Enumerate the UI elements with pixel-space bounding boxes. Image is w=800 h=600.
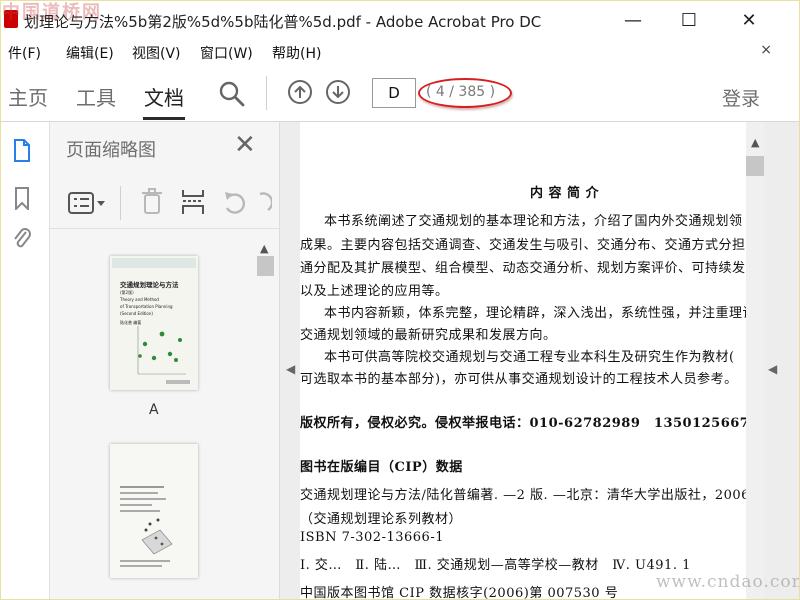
- arrow-down-icon: [332, 86, 344, 99]
- page-thumbnail[interactable]: 交通规划理论与方法 (第2版) Theory and Method of Tra…: [110, 256, 198, 390]
- thumbnail-toolbar: [50, 178, 280, 229]
- rotate-counterclockwise-icon[interactable]: [222, 190, 248, 216]
- tool-separator: [120, 186, 121, 220]
- highlight-annotation-oval: [418, 78, 512, 108]
- menu-file[interactable]: 件(F): [8, 43, 41, 63]
- cover-english-line-2: of Transportation Planning: [120, 304, 173, 309]
- navigation-rail: [0, 122, 50, 600]
- thumbnail-label: A: [149, 402, 159, 418]
- options-menu-icon[interactable]: [68, 190, 108, 216]
- page-heading: 内 容 简 介: [530, 186, 600, 201]
- thumbnails-scrollbar[interactable]: ▲: [256, 242, 274, 592]
- doc-line: 本书可供高等院校交通规划与交通工程专业本科生及研究生作为教材(: [324, 350, 735, 365]
- doc-line: 可选取本书的基本部分)，亦可供从事交通规划设计的工程技术人员参考。: [300, 372, 738, 387]
- cover-author: 陆化普 编著: [120, 320, 142, 325]
- active-tab-indicator: [143, 117, 185, 120]
- doc-line: Ⅰ. 交… Ⅱ. 陆… Ⅲ. 交通规划—高等学校—教材 Ⅳ. U491. 1: [300, 558, 691, 573]
- doc-line: 通分配及其扩展模型、组合模型、动态交通分析、规划方案评价、可持续发展的: [300, 261, 746, 276]
- rotate-clockwise-icon[interactable]: [258, 190, 272, 216]
- attachment-icon[interactable]: [12, 226, 32, 250]
- doc-line: 本书系统阐述了交通规划的基本理论和方法，介绍了国内外交通规划领: [324, 214, 743, 229]
- tab-home[interactable]: 主页: [8, 82, 48, 111]
- doc-line: 成果。主要内容包括交通调查、交通发生与吸引、交通分布、交通方式分担、动: [300, 238, 746, 253]
- previous-page-button[interactable]: [288, 80, 312, 104]
- book-page-image: [110, 444, 198, 578]
- cover-title: 交通规划理论与方法: [120, 281, 179, 289]
- doc-line: 本书内容新颖，体系完整，理论精辟，深入浅出，系统性强，并注重理论应用: [324, 306, 746, 321]
- watermark-bottom: www.cndao.com: [656, 572, 800, 592]
- close-window-button[interactable]: ✕: [726, 0, 772, 40]
- doc-line: 交通规划理论与方法/陆化普编著. —2 版. —北京：清华大学出版社，2006.…: [300, 488, 746, 503]
- minimize-button[interactable]: —: [610, 0, 656, 40]
- document-view[interactable]: ◀ ◀ 内 容 简 介 本书系统阐述了交通规划的基本理论和方法，介绍了国内外交通…: [280, 122, 800, 600]
- page-number-input[interactable]: D: [372, 78, 416, 108]
- doc-line: 以及上述理论的应用等。: [300, 284, 449, 299]
- search-icon[interactable]: [218, 80, 246, 108]
- toolbar: 主页 工具 文档 D ( 4 / 385 ) 登录: [0, 64, 800, 122]
- close-panel-button[interactable]: ✕: [234, 130, 256, 160]
- next-page-button[interactable]: [326, 80, 350, 104]
- menu-help[interactable]: 帮助(H): [272, 43, 321, 63]
- page-thumbnail[interactable]: [110, 444, 198, 578]
- menu-window[interactable]: 窗口(W): [200, 43, 253, 63]
- cover-edition: (第2版): [120, 290, 134, 295]
- pdf-page: 内 容 简 介 本书系统阐述了交通规划的基本理论和方法，介绍了国内外交通规划领 …: [300, 122, 746, 600]
- bookmark-icon[interactable]: [12, 186, 32, 210]
- toolbar-separator: [266, 76, 267, 110]
- thumbnails-panel: 页面缩略图 ✕ ▲ 交通规划理论与方法 (第2版) Theory and Met…: [50, 122, 280, 600]
- tab-tools[interactable]: 工具: [76, 82, 116, 111]
- copyright-line: 版权所有，侵权必究。侵权举报电话：010-62782989 1350125667…: [300, 416, 746, 431]
- scroll-up-arrow[interactable]: ▲: [260, 242, 268, 255]
- scroll-thumb[interactable]: [257, 256, 274, 276]
- window-title: 划理论与方法%5b第2版%5d%5b陆化普%5d.pdf - Adobe Acr…: [24, 13, 542, 31]
- page-thumbnails-icon[interactable]: [12, 138, 32, 162]
- extract-pages-icon[interactable]: [180, 188, 206, 216]
- login-button[interactable]: 登录: [722, 84, 760, 111]
- panel-title: 页面缩略图: [66, 140, 156, 161]
- cip-heading: 图书在版编目（CIP）数据: [300, 460, 463, 475]
- collapse-left-panel-arrow[interactable]: ◀: [286, 362, 295, 376]
- scroll-thumb[interactable]: [746, 156, 764, 176]
- title-bar: 中国道桥网 划理论与方法%5b第2版%5d%5b陆化普%5d.pdf - Ado…: [0, 0, 800, 40]
- maximize-button[interactable]: ☐: [666, 0, 712, 40]
- menu-view[interactable]: 视图(V): [132, 43, 181, 63]
- document-scrollbar[interactable]: ▲: [746, 122, 764, 600]
- expand-right-panel-arrow[interactable]: ◀: [768, 362, 777, 376]
- tab-document[interactable]: 文档: [144, 82, 184, 111]
- arrow-up-icon: [294, 85, 306, 98]
- close-document-button[interactable]: ×: [760, 42, 772, 58]
- menu-edit[interactable]: 编辑(E): [66, 43, 114, 63]
- trash-icon[interactable]: [140, 188, 164, 216]
- doc-line: （交通规划理论系列教材）: [300, 512, 463, 527]
- isbn-line: ISBN 7-302-13666-1: [300, 530, 444, 545]
- doc-line: 交通规划领域的最新研究成果和发展方向。: [300, 328, 557, 343]
- menu-bar: 件(F) 编辑(E) 视图(V) 窗口(W) 帮助(H) ×: [0, 40, 800, 64]
- cover-english-line-3: (Second Edition): [120, 311, 153, 316]
- cover-english-line-1: Theory and Method: [120, 297, 159, 302]
- doc-line: 中国版本图书馆 CIP 数据核字(2006)第 007530 号: [300, 586, 619, 600]
- scroll-up-arrow[interactable]: ▲: [751, 136, 759, 149]
